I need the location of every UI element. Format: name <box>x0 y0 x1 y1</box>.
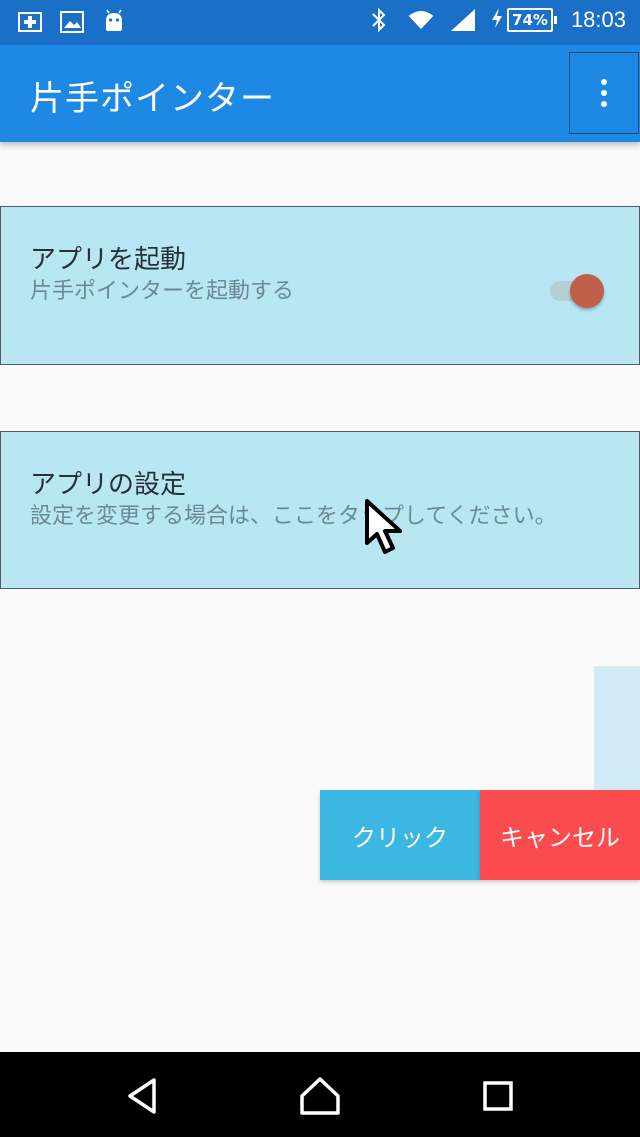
battery-tip <box>553 16 557 24</box>
app-settings-title: アプリの設定 <box>30 470 187 500</box>
battery-indicator: 74% <box>491 7 557 33</box>
battery-level: 74% <box>507 8 553 32</box>
status-right-icons: 74% 18:03 <box>365 6 626 34</box>
image-icon <box>58 8 86 36</box>
wifi-icon <box>407 6 435 34</box>
overflow-menu-dot <box>601 90 607 96</box>
back-icon[interactable] <box>120 1074 164 1118</box>
app-title: 片手ポインター <box>30 79 275 119</box>
toggle-thumb <box>570 274 604 308</box>
status-left-icons <box>16 8 128 36</box>
overflow-menu-dot <box>601 101 607 107</box>
pointer-cursor-icon[interactable] <box>362 498 412 558</box>
android-icon <box>100 8 128 36</box>
cancel-button[interactable]: キャンセル <box>480 790 640 880</box>
navigation-bar <box>0 1052 640 1137</box>
click-button[interactable]: クリック <box>320 790 480 880</box>
pointer-side-panel[interactable] <box>594 666 640 790</box>
launch-app-toggle[interactable] <box>548 271 608 311</box>
home-icon[interactable] <box>298 1074 342 1118</box>
launch-app-title: アプリを起動 <box>30 245 187 275</box>
status-bar: 74% 18:03 <box>0 0 640 45</box>
app-bar: 片手ポインター <box>0 45 640 142</box>
charging-icon <box>491 7 503 33</box>
bluetooth-icon <box>365 6 393 34</box>
app-settings-subtitle: 設定を変更する場合は、ここをタップしてください。 <box>30 504 557 529</box>
app-settings-card[interactable]: アプリの設定 設定を変更する場合は、ここをタップしてください。 <box>0 431 640 589</box>
recents-icon[interactable] <box>476 1074 520 1118</box>
launch-app-subtitle: 片手ポインターを起動する <box>30 279 295 304</box>
plus-box-icon <box>16 8 44 36</box>
overflow-menu-button[interactable] <box>569 52 639 134</box>
launch-app-card[interactable]: アプリを起動 片手ポインターを起動する <box>0 206 640 365</box>
overflow-menu-icon <box>601 79 607 85</box>
status-time: 18:03 <box>570 7 626 32</box>
signal-icon <box>449 6 477 34</box>
